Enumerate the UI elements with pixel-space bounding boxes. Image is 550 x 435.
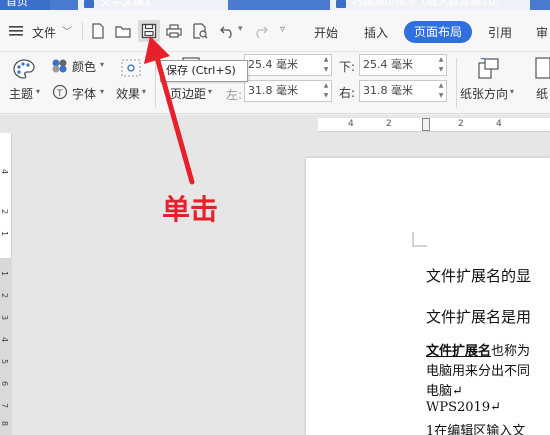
doc-bold-term: 文件扩展名 <box>426 344 492 359</box>
tab-document-2[interactable]: 巧趣栗office（融入教育新10） <box>330 0 530 10</box>
toolbar-divider <box>82 22 83 40</box>
ruler-tick-label: 2 <box>386 119 392 129</box>
left-margin-value: 31.8 毫米 <box>248 84 298 97</box>
undo-dropdown-icon[interactable]: ▾ <box>238 24 243 34</box>
ruler-tick-label: 5 <box>0 358 10 365</box>
indent-marker-icon[interactable] <box>422 118 430 131</box>
margin-corner-mark <box>412 232 427 247</box>
bottom-margin-input[interactable]: 25.4 毫米 ▲ ▼ <box>359 54 447 76</box>
effect-button[interactable]: 效果 <box>116 85 140 102</box>
document-icon <box>84 0 94 8</box>
hamburger-menu-icon[interactable] <box>6 21 26 41</box>
chevron-down-icon: ▾ <box>510 87 515 96</box>
right-margin-value: 31.8 毫米 <box>363 84 413 97</box>
tab-review[interactable]: 审 <box>536 24 548 41</box>
redo-icon[interactable] <box>250 21 270 41</box>
tab-document-1[interactable]: 文字文稿1 <box>78 0 228 10</box>
spin-arrows-icon[interactable]: ▲ ▼ <box>436 55 446 75</box>
ruler-tick-label: 7 <box>0 402 10 409</box>
top-margin-input[interactable]: 25.4 毫米 ▲ ▼ <box>244 54 332 76</box>
orientation-button[interactable]: 纸张方向 <box>460 85 508 102</box>
doc-line-2[interactable]: 文件扩展名是用 <box>426 306 531 327</box>
spin-arrows-icon[interactable]: ▲ ▼ <box>321 55 331 75</box>
file-menu[interactable]: 文件 <box>32 24 56 41</box>
annotation-click-label: 单击 <box>162 193 219 226</box>
spin-arrows-icon[interactable]: ▲ ▼ <box>321 81 331 101</box>
ruler-tick-label: 3 <box>0 314 10 321</box>
theme-button[interactable]: 主题 <box>9 85 33 102</box>
chevron-down-icon: ▾ <box>100 60 105 69</box>
doc-line-6[interactable]: WPS2019↵ <box>426 400 501 415</box>
font-button[interactable]: 字体 <box>72 85 96 102</box>
open-folder-icon[interactable] <box>113 21 133 41</box>
horizontal-ruler[interactable]: 4 2 2 4 <box>318 118 550 132</box>
ruler-tick-label: 4 <box>496 119 502 129</box>
ruler-tick-label: 4 <box>0 168 10 175</box>
chevron-down-icon: ▾ <box>100 87 105 96</box>
right-margin-input[interactable]: 31.8 毫米 ▲ ▼ <box>359 80 447 102</box>
customize-toolbar-icon[interactable]: ▿ <box>280 24 285 35</box>
tab-insert[interactable]: 插入 <box>364 24 388 41</box>
effect-icon[interactable] <box>120 57 142 79</box>
color-scheme-icon[interactable] <box>50 56 70 76</box>
undo-icon[interactable] <box>218 21 238 41</box>
vertical-ruler[interactable]: 4 2 1 1 2 3 4 5 6 7 8 <box>0 133 12 435</box>
left-margin-label: 左: <box>226 88 243 102</box>
doc-line-3[interactable]: 文件扩展名也称为 <box>426 340 530 359</box>
doc-line-7[interactable]: 1在编辑区输入文 <box>426 420 525 435</box>
ruler-tick-label: 1 <box>0 270 10 277</box>
ruler-tick-label: 2 <box>458 119 464 129</box>
vertical-ruler-margin-area <box>0 258 12 435</box>
left-margin-input[interactable]: 31.8 毫米 ▲ ▼ <box>244 80 332 102</box>
doc-line-1[interactable]: 文件扩展名的显 <box>426 265 531 286</box>
paper-size-button[interactable]: 纸 <box>536 85 548 102</box>
ruler-tick-label: 8 <box>0 420 10 427</box>
tab-reference[interactable]: 引用 <box>488 24 512 41</box>
new-file-icon[interactable] <box>88 21 108 41</box>
bottom-margin-label: 下: <box>339 60 356 74</box>
ruler-tick-label: 6 <box>0 380 10 387</box>
right-margin-label: 右: <box>339 86 356 100</box>
doc-line-3-rest: 也称为 <box>491 344 531 359</box>
tab-start[interactable]: 开始 <box>314 24 338 41</box>
doc-line-5[interactable]: 电脑↵ <box>426 380 463 399</box>
ribbon-divider <box>456 58 457 108</box>
ruler-tick-label: 4 <box>0 336 10 343</box>
theme-palette-icon[interactable] <box>12 57 36 81</box>
window-tab-bar: 首页 文字文稿1 巧趣栗office（融入教育新10） <box>0 0 550 10</box>
font-scheme-icon[interactable]: T <box>50 82 70 102</box>
chevron-down-icon[interactable]: ﹀ <box>62 23 72 38</box>
wps-window: 首页 文字文稿1 巧趣栗office（融入教育新10） 文件 ﹀ ▾ ▿ 开始 … <box>0 0 550 435</box>
ruler-tick-label: 4 <box>348 119 354 129</box>
annotation-arrow-icon <box>144 36 195 185</box>
document-icon <box>336 0 346 8</box>
doc-line-4[interactable]: 电脑用来分出不同 <box>426 360 530 379</box>
tab-home[interactable]: 首页 <box>0 0 50 10</box>
tab-document-2-label: 巧趣栗office（融入教育新10） <box>352 0 507 8</box>
tab-page-layout[interactable]: 页面布局 <box>404 21 472 43</box>
top-margin-value: 25.4 毫米 <box>248 58 298 71</box>
orientation-icon[interactable] <box>476 56 500 80</box>
bottom-margin-value: 25.4 毫米 <box>363 58 413 71</box>
page-layout-ribbon: 主题 ▾ 颜色 ▾ T 字体 ▾ 效果 ▾ 页边距 ▾ 左: 25.4 毫米 ▲… <box>0 52 550 114</box>
color-button[interactable]: 颜色 <box>72 58 96 75</box>
svg-text:T: T <box>56 89 63 99</box>
quick-access-toolbar: 文件 ﹀ ▾ ▿ 开始 插入 页面布局 引用 审 <box>0 10 550 52</box>
ruler-tick-label: 2 <box>0 208 10 215</box>
spin-arrows-icon[interactable]: ▲ ▼ <box>436 81 446 101</box>
ruler-tick-label: 2 <box>0 292 10 299</box>
paper-size-icon[interactable] <box>532 56 550 80</box>
tab-document-1-label: 文字文稿1 <box>100 0 151 8</box>
ruler-tick-label: 1 <box>0 230 10 237</box>
chevron-down-icon: ▾ <box>36 87 41 96</box>
